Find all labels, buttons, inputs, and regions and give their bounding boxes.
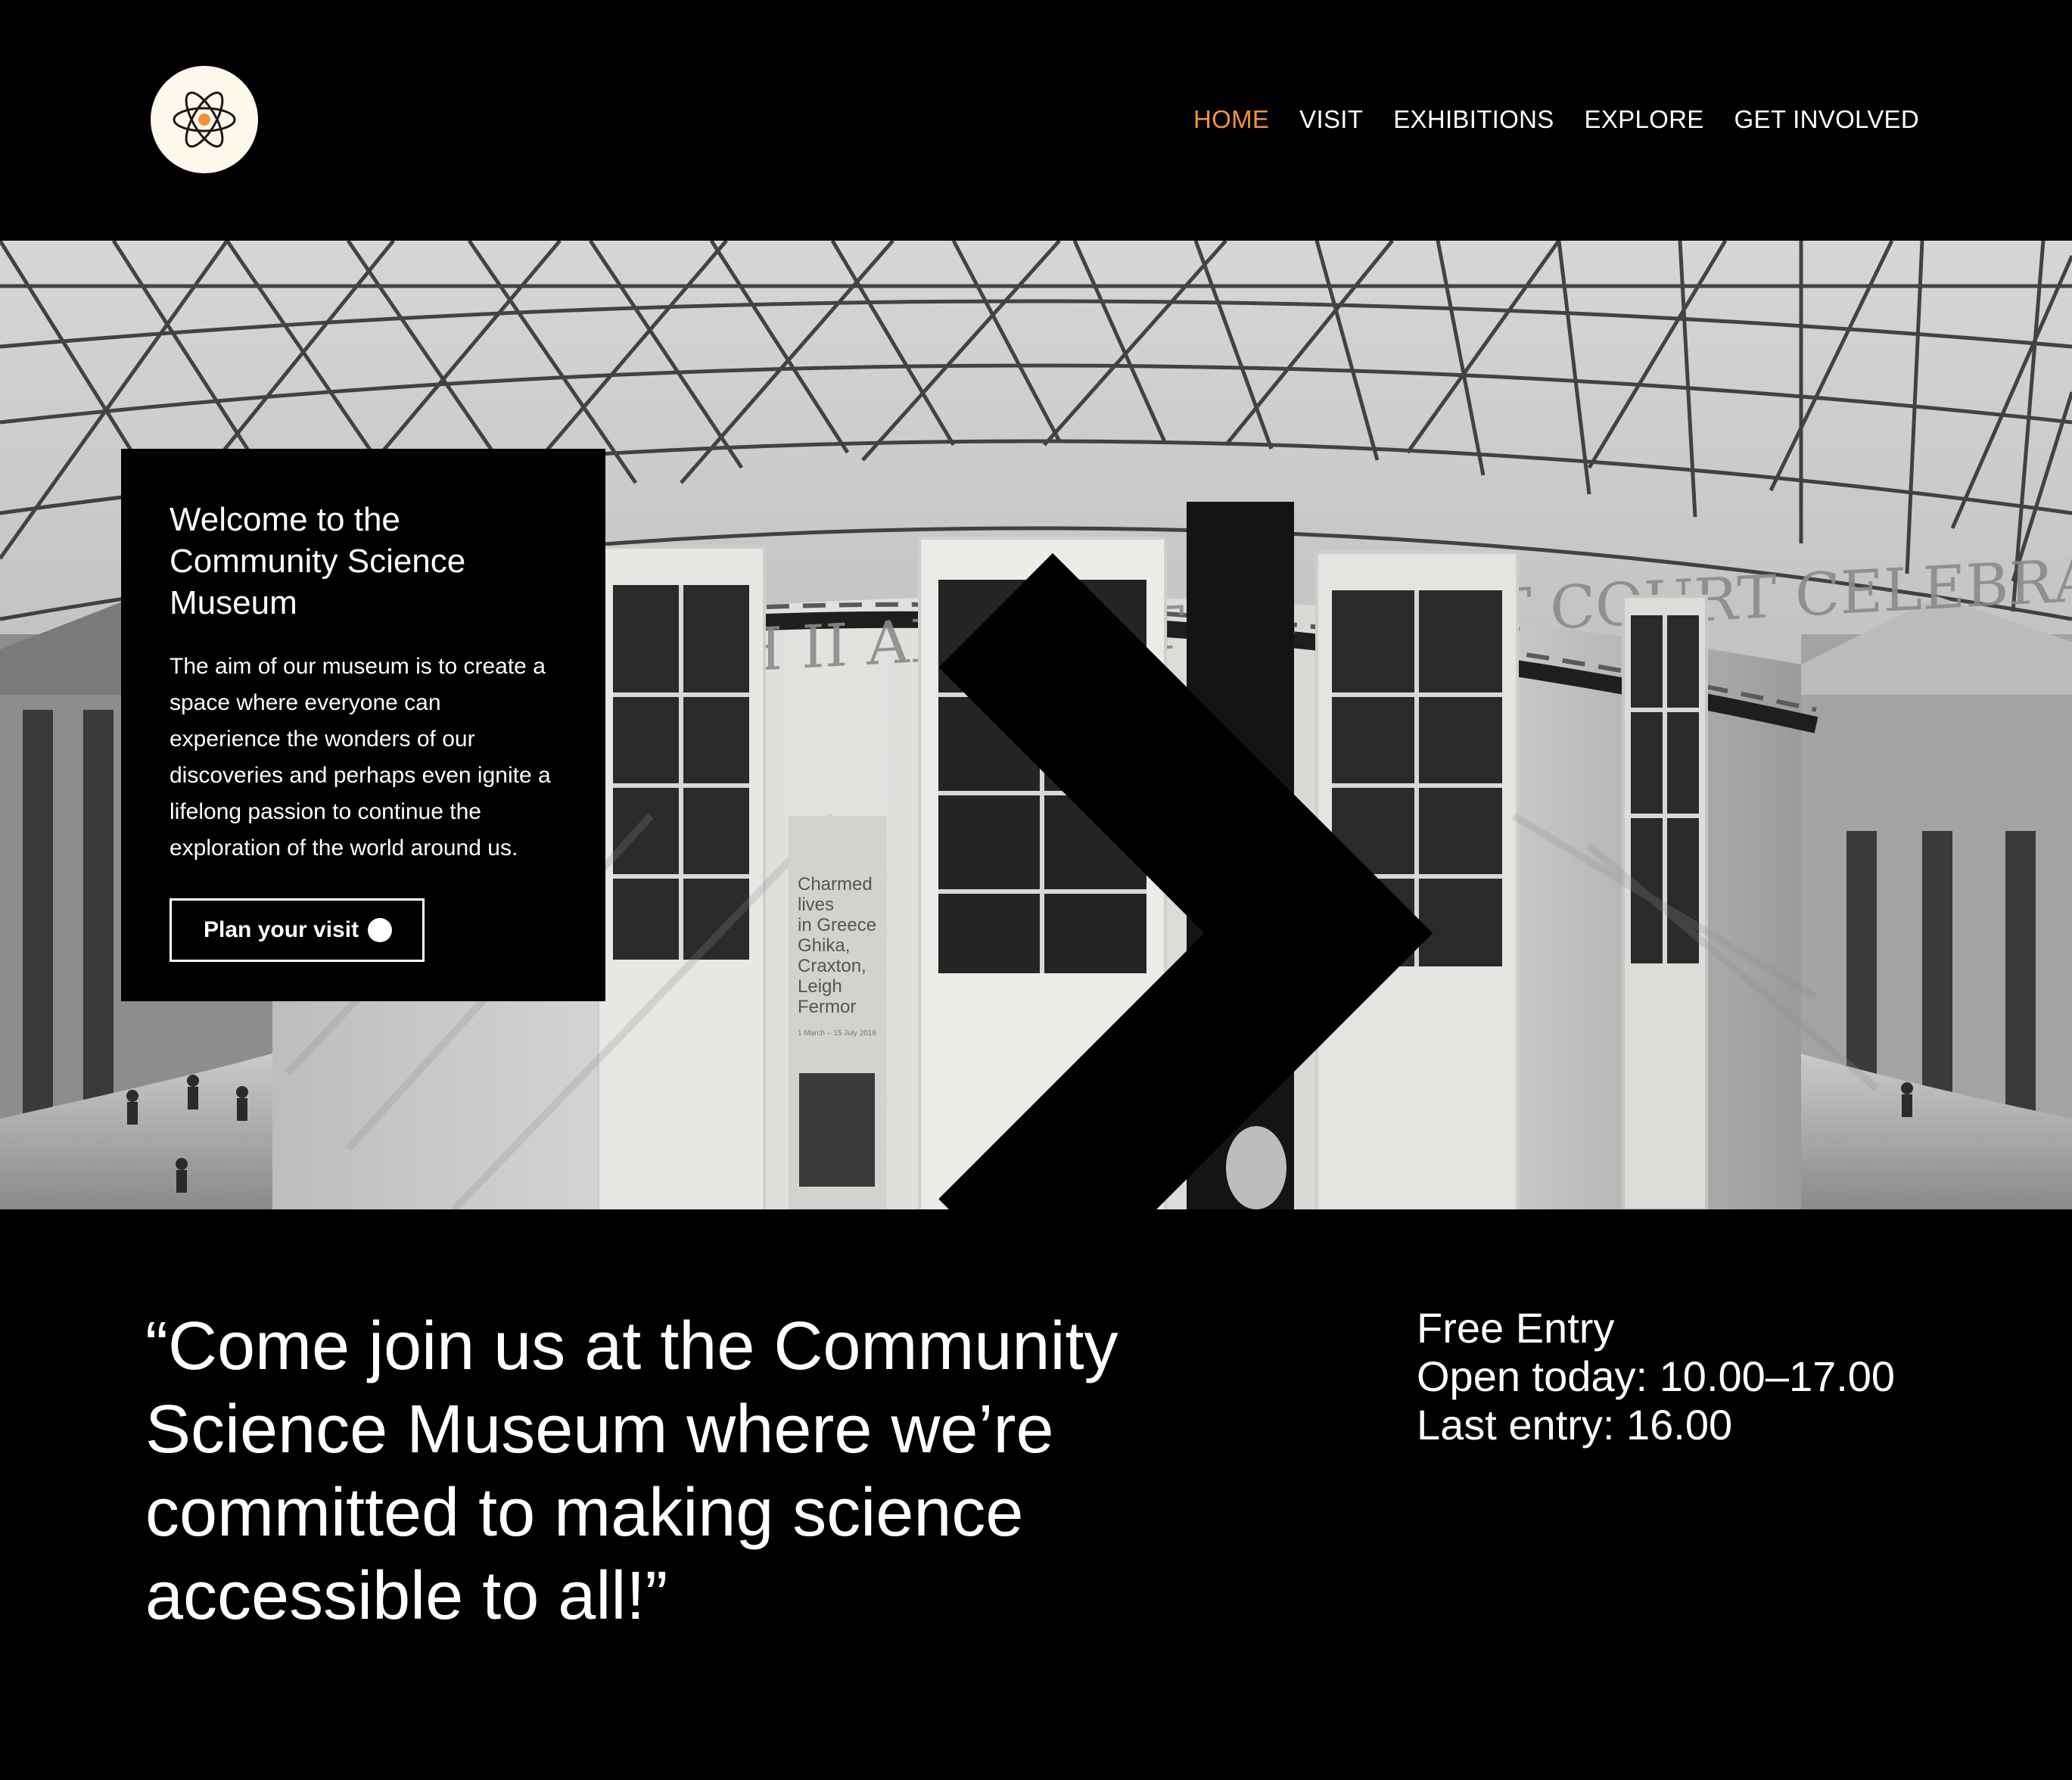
welcome-card: Welcome to the Community Science Museum … xyxy=(121,449,1433,1209)
chevron-right-circle-icon xyxy=(368,552,1433,1209)
nav-home[interactable]: HOME xyxy=(1193,103,1269,136)
opening-hours: Open today: 10.00–17.00 xyxy=(1417,1352,1896,1400)
nav-explore[interactable]: EXPLORE xyxy=(1585,103,1704,136)
main-nav: HOME VISIT EXHIBITIONS EXPLORE GET INVOL… xyxy=(1193,103,1919,136)
nav-get-involved[interactable]: GET INVOLVED xyxy=(1734,103,1919,136)
plan-visit-button[interactable]: Plan your visit xyxy=(170,552,1433,1209)
hero-banner: BETH II AD 2000 THIS GREAT COURT CELEBRA… xyxy=(0,241,2072,1209)
last-entry: Last entry: 16.00 xyxy=(1417,1401,1733,1449)
mission-quote: “Come join us at the Community Science M… xyxy=(145,1309,1118,1634)
site-header: HOME VISIT EXHIBITIONS EXPLORE GET INVOL… xyxy=(0,0,2072,241)
nav-visit[interactable]: VISIT xyxy=(1299,103,1363,136)
nav-exhibitions[interactable]: EXHIBITIONS xyxy=(1393,103,1554,136)
museum-logo[interactable] xyxy=(151,66,258,173)
entry-info: Free Entry xyxy=(1417,1304,1615,1352)
atom-icon xyxy=(173,92,236,148)
opening-info: Free Entry Open today: 10.00–17.00 Last … xyxy=(1417,1304,1946,1449)
